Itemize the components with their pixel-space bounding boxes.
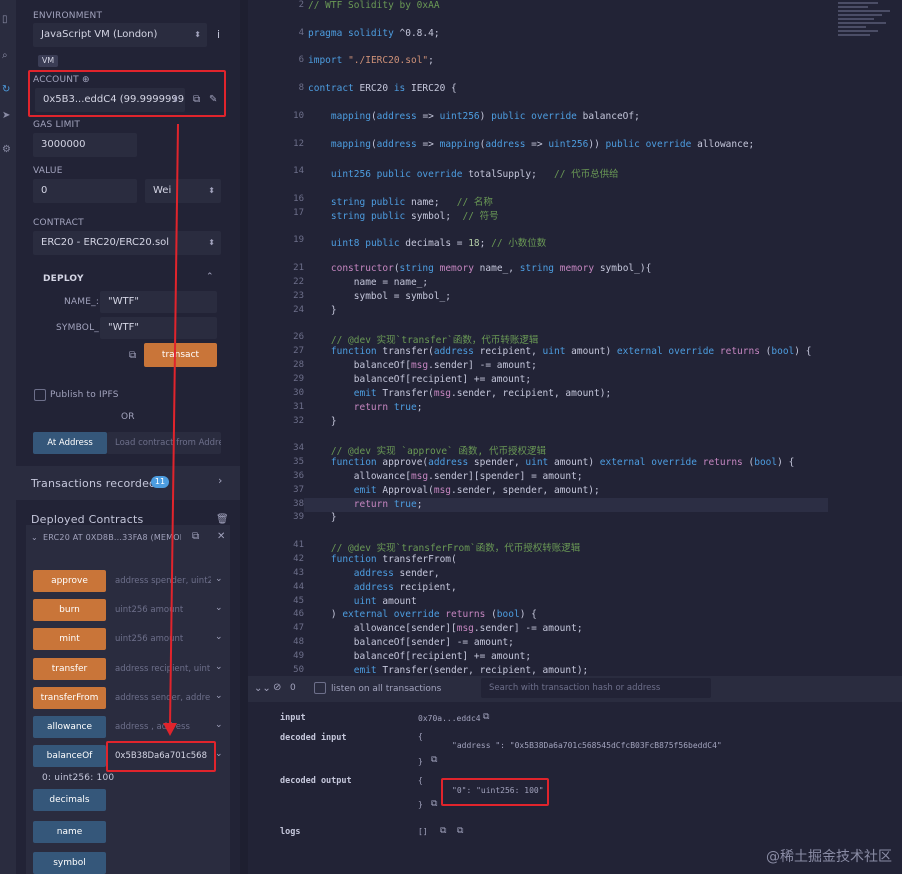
- annotation-arrow: [163, 123, 179, 736]
